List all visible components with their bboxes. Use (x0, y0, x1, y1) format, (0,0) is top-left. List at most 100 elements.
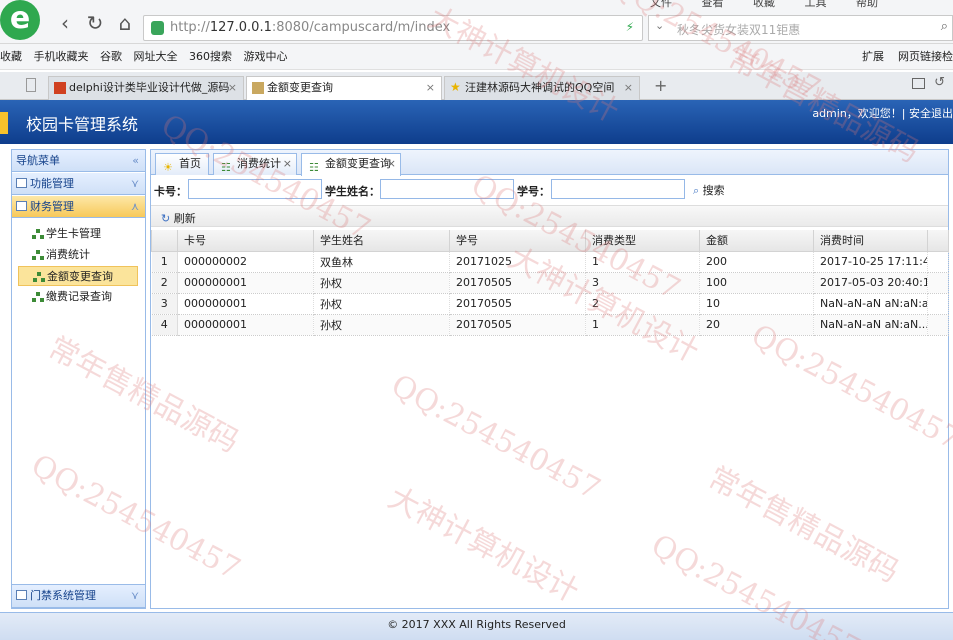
address-bar[interactable]: http://127.0.0.1:8080/campuscard/m/index… (143, 15, 643, 41)
bookmark-games[interactable]: 游戏中心 (244, 50, 288, 63)
row-number: 1 (151, 251, 178, 273)
cell-card: 000000002 (177, 251, 314, 273)
nav-item-student-card[interactable]: 学生卡管理 (18, 224, 138, 244)
column-header[interactable]: 消费时间 (813, 230, 928, 252)
nav-section-functions[interactable]: 功能管理 ⋎ (12, 173, 145, 195)
tab-home[interactable]: ☀ 首页 (155, 153, 209, 175)
tree-icon (32, 229, 44, 239)
section-label: 门禁系统管理 (30, 589, 96, 602)
browser-tab-2[interactable]: 金额变更查询 × (246, 76, 442, 100)
close-icon[interactable]: × (387, 154, 396, 174)
column-header[interactable]: 学生姓名 (313, 230, 450, 252)
close-icon[interactable]: × (283, 154, 292, 174)
table-row[interactable]: 1 000000002 双鱼林 20171025 1 200 2017-10-2… (151, 251, 949, 273)
table-row[interactable]: 3 000000001 孙权 20170505 2 10 NaN-aN-aN a… (151, 293, 949, 315)
tab-consumption-stats[interactable]: ☷ 消费统计 × (213, 153, 297, 175)
window-icon[interactable] (912, 78, 925, 89)
menu-help[interactable]: 帮助 (856, 0, 878, 9)
chevron-up-icon[interactable]: ⋏ (131, 196, 139, 217)
page-icon[interactable] (26, 78, 36, 92)
row-number: 4 (151, 314, 178, 336)
magnifier-icon: ⌕ (693, 184, 700, 197)
tab-label: delphi设计类毕业设计代做_源码 (69, 81, 230, 94)
tree-icon (33, 272, 45, 282)
browser-logo-icon[interactable]: e (0, 0, 40, 40)
cell-filler (927, 314, 949, 336)
app-title: 校园卡管理系统 (26, 115, 139, 134)
close-icon[interactable]: × (426, 77, 435, 99)
menu-tools[interactable]: 工具 (805, 0, 827, 9)
table-row[interactable]: 2 000000001 孙权 20170505 3 100 2017-05-03… (151, 272, 949, 294)
bookmarks-right: 扩展 网页链接检 (862, 44, 953, 70)
nav-item-consumption-stats[interactable]: 消费统计 (18, 245, 138, 265)
search-button-label: 搜索 (702, 184, 725, 197)
section-icon (16, 590, 27, 600)
student-no-input[interactable] (551, 179, 685, 199)
nav-section-access[interactable]: 门禁系统管理 ⋎ (12, 584, 145, 608)
new-tab-icon[interactable]: + (654, 76, 667, 95)
search-button[interactable]: ⌕ 搜索 (693, 182, 725, 198)
bookmark-google[interactable]: 谷歌 (100, 50, 122, 63)
nav-item-payment-records[interactable]: 缴费记录查询 (18, 287, 138, 307)
back-icon[interactable]: ‹ (54, 12, 76, 34)
bookmark-mobile[interactable]: 手机收藏夹 (34, 50, 89, 63)
browser-tab-3[interactable]: ★ 汪建林源码大神调试的QQ空间 × (444, 76, 640, 100)
section-label: 财务管理 (30, 200, 74, 213)
undo-icon[interactable]: ↺ (934, 75, 945, 90)
menu-favorites[interactable]: 收藏 (753, 0, 775, 9)
bookmark-sites[interactable]: 网址大全 (134, 50, 178, 63)
home-icon[interactable]: ⌂ (114, 12, 136, 34)
reload-icon: ↻ (161, 212, 171, 225)
extensions-button[interactable]: 扩展 (862, 50, 884, 63)
chevron-down-icon[interactable]: ⋎ (131, 173, 139, 194)
star-icon: ★ (450, 80, 461, 94)
cell-name: 孙权 (313, 293, 450, 315)
lightning-icon[interactable]: ⚡ (626, 20, 634, 34)
browser-tab-1[interactable]: delphi设计类毕业设计代做_源码 × (48, 76, 244, 100)
cell-card: 000000001 (177, 293, 314, 315)
footer: © 2017 XXX All Rights Reserved (0, 612, 953, 640)
nav-item-amount-change[interactable]: 金额变更查询 (18, 266, 138, 286)
cell-student-no: 20170505 (449, 293, 586, 315)
nav-item-label: 缴费记录查询 (46, 290, 112, 303)
column-header[interactable]: 卡号 (177, 230, 314, 252)
refresh-button[interactable]: ↻ 刷新 (161, 210, 196, 226)
user-greeting[interactable]: admin，欢迎您！| 安全退出 (812, 105, 953, 121)
bookmark-favorites[interactable]: 收藏 (0, 50, 22, 63)
cell-student-no: 20171025 (449, 251, 586, 273)
tab-favicon-icon (54, 82, 66, 94)
tab-amount-change[interactable]: ☷ 金额变更查询 × (301, 153, 401, 176)
column-header[interactable]: 消费类型 (585, 230, 700, 252)
cell-filler (927, 251, 949, 273)
menu-file[interactable]: 文件 (650, 0, 672, 9)
cell-time: 2017-05-03 20:40:19 (813, 272, 928, 294)
section-icon (16, 201, 27, 211)
chevron-down-icon[interactable]: ⋎ (131, 585, 139, 606)
cell-amount: 100 (699, 272, 814, 294)
cell-filler (927, 272, 949, 294)
cell-amount: 10 (699, 293, 814, 315)
column-header[interactable]: 金额 (699, 230, 814, 252)
browser-search-box[interactable]: ⌄ 秋冬尖货女装双11钜惠 ⌕ (648, 15, 953, 41)
tab-label: 汪建林源码大神调试的QQ空间 (465, 81, 615, 94)
card-input[interactable] (188, 179, 322, 199)
close-icon[interactable]: × (624, 77, 633, 99)
cell-card: 000000001 (177, 314, 314, 336)
search-icon[interactable]: ⌕ (941, 19, 948, 34)
header-filler (927, 230, 949, 252)
app-header: 校园卡管理系统 admin，欢迎您！| 安全退出 (0, 100, 953, 144)
bookmark-360[interactable]: 360搜索 (189, 50, 232, 63)
collapse-icon[interactable]: « (132, 150, 139, 171)
close-icon[interactable]: × (228, 77, 237, 99)
menu-view[interactable]: 查看 (702, 0, 724, 9)
column-header[interactable]: 学号 (449, 230, 586, 252)
tree-icon (32, 292, 44, 302)
table-row[interactable]: 4 000000001 孙权 20170505 1 20 NaN-aN-aN a… (151, 314, 949, 336)
nav-section-finance[interactable]: 财务管理 ⋏ (12, 196, 145, 218)
chevron-down-icon[interactable]: ⌄ (655, 19, 664, 32)
row-number: 2 (151, 272, 178, 294)
refresh-browser-icon[interactable]: ↻ (84, 12, 106, 34)
cell-amount: 200 (699, 251, 814, 273)
page-link-check-button[interactable]: 网页链接检 (898, 50, 953, 63)
student-name-input[interactable] (380, 179, 514, 199)
